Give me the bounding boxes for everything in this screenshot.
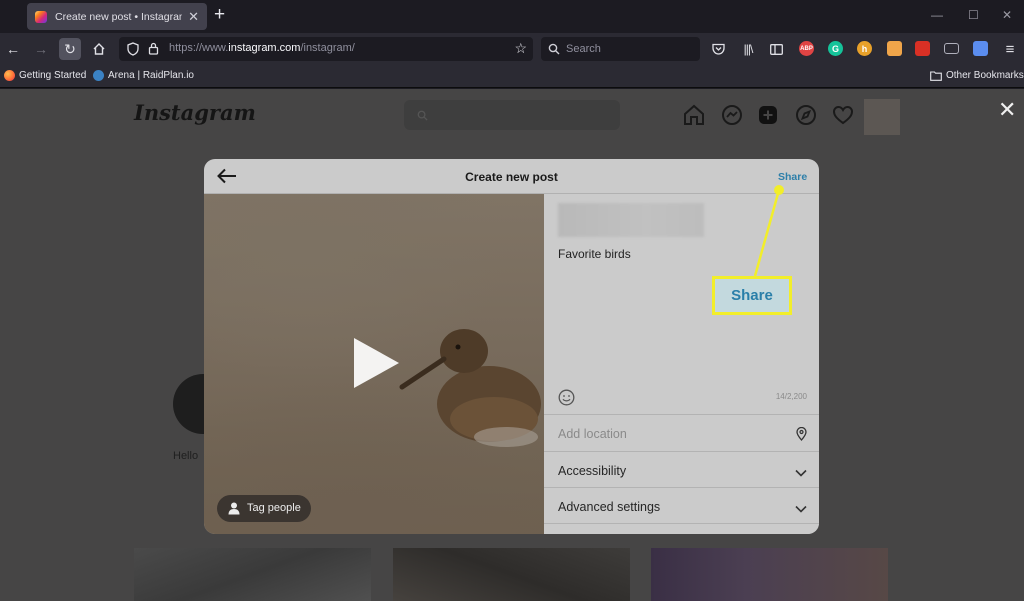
url-text: https://www.instagram.com/instagram/: [169, 42, 355, 54]
tab-title: Create new post • Instagram: [55, 10, 183, 23]
character-counter: 14/2,200: [775, 392, 807, 401]
browser-tab[interactable]: Create new post • Instagram ✕: [27, 3, 207, 30]
bookmark-raidplan[interactable]: Arena | RaidPlan.io: [93, 70, 194, 81]
instagram-search-input[interactable]: [404, 100, 620, 130]
tag-people-label: Tag people: [247, 502, 301, 514]
maximize-icon[interactable]: ☐: [968, 7, 979, 23]
share-callout-label: Share: [712, 276, 792, 315]
tampermonkey-icon[interactable]: [887, 41, 902, 56]
screen: Create new post • Instagram ✕ + — ☐ ✕ ← …: [0, 0, 1024, 601]
location-pin-icon: [796, 426, 807, 446]
address-bar[interactable]: https://www.instagram.com/instagram/ ☆: [119, 37, 533, 61]
person-icon: [228, 502, 240, 515]
modal-title: Create new post: [465, 170, 558, 184]
bird-image: [399, 329, 541, 447]
abp-icon[interactable]: ABP: [799, 41, 814, 56]
advanced-settings-section[interactable]: Advanced settings: [544, 487, 819, 524]
instagram-favicon-icon: [35, 10, 47, 23]
home-icon[interactable]: [682, 103, 706, 127]
grammarly-icon[interactable]: G: [828, 41, 843, 56]
home-icon[interactable]: [88, 38, 110, 60]
new-post-icon[interactable]: [756, 103, 780, 127]
reload-icon[interactable]: ↻: [59, 38, 81, 60]
forward-icon[interactable]: →: [30, 38, 52, 60]
video-preview[interactable]: Tag people: [204, 194, 544, 534]
navigation-toolbar: ← → ↻ https://www.instagram.com/instagra…: [0, 33, 1024, 65]
chevron-down-icon: [795, 464, 807, 482]
accessibility-section[interactable]: Accessibility: [544, 451, 819, 488]
tracking-shield-icon[interactable]: [127, 42, 139, 61]
tab-close-icon[interactable]: ✕: [188, 10, 199, 23]
search-icon: [548, 42, 560, 60]
other-bookmarks[interactable]: Other Bookmarks: [930, 70, 1024, 81]
menu-icon[interactable]: ≡: [999, 38, 1021, 60]
post-details-panel: Favorite birds 14/2,200 Add location Acc…: [544, 194, 819, 534]
bookmarks-toolbar: Getting Started Arena | RaidPlan.io Othe…: [0, 65, 1024, 88]
advanced-settings-label: Advanced settings: [558, 500, 661, 514]
honey-icon[interactable]: h: [857, 41, 872, 56]
instagram-logo[interactable]: Instagram: [134, 100, 256, 125]
emoji-icon[interactable]: [558, 389, 575, 411]
search-bar[interactable]: Search: [541, 37, 700, 61]
raidplan-icon: [93, 70, 104, 81]
minimize-icon[interactable]: —: [931, 7, 943, 23]
accessibility-label: Accessibility: [558, 464, 627, 478]
new-tab-icon[interactable]: +: [214, 5, 225, 25]
search-placeholder: Search: [566, 43, 601, 55]
play-icon[interactable]: [350, 335, 402, 391]
screenshot-icon[interactable]: [944, 43, 959, 54]
add-location-placeholder: Add location: [558, 427, 627, 441]
bookmark-label: Getting Started: [19, 70, 87, 81]
search-icon: [417, 110, 428, 121]
bookmark-label: Arena | RaidPlan.io: [108, 70, 194, 81]
feed-post-thumbnail[interactable]: [134, 548, 371, 601]
explore-icon[interactable]: [794, 103, 818, 127]
container-icon[interactable]: [973, 41, 988, 56]
add-location-field[interactable]: Add location: [544, 414, 819, 451]
bookmark-getting-started[interactable]: Getting Started: [4, 70, 86, 81]
other-bookmarks-label: Other Bookmarks: [946, 70, 1024, 81]
firefox-icon: [4, 70, 15, 81]
pdf-icon[interactable]: [915, 41, 930, 56]
bookmark-star-icon[interactable]: ☆: [514, 41, 527, 55]
create-post-modal: Create new post Share Tag people Favorit…: [204, 159, 819, 534]
library-icon[interactable]: |||\: [737, 38, 759, 60]
chevron-down-icon: [795, 500, 807, 518]
caption-input[interactable]: Favorite birds: [558, 247, 631, 261]
heart-icon[interactable]: [831, 103, 855, 127]
lock-icon[interactable]: [148, 42, 159, 60]
story-username: Hello: [173, 450, 199, 462]
window-close-icon[interactable]: ✕: [1002, 7, 1012, 23]
feed-post-thumbnail[interactable]: [651, 548, 888, 601]
tag-people-button[interactable]: Tag people: [217, 495, 311, 522]
folder-icon: [930, 70, 942, 81]
back-icon[interactable]: ←: [2, 38, 24, 60]
share-button[interactable]: Share: [778, 171, 807, 183]
messenger-icon[interactable]: [720, 103, 744, 127]
sidebar-icon[interactable]: [765, 38, 787, 60]
feed-post-thumbnail[interactable]: [393, 548, 630, 601]
profile-avatar[interactable]: [864, 99, 900, 135]
pocket-icon[interactable]: [707, 38, 729, 60]
tab-strip: Create new post • Instagram ✕ + — ☐ ✕: [0, 0, 1024, 33]
close-dialog-icon[interactable]: ✕: [998, 99, 1016, 121]
account-info-blurred: [558, 203, 704, 237]
modal-header: Create new post Share: [204, 159, 819, 194]
